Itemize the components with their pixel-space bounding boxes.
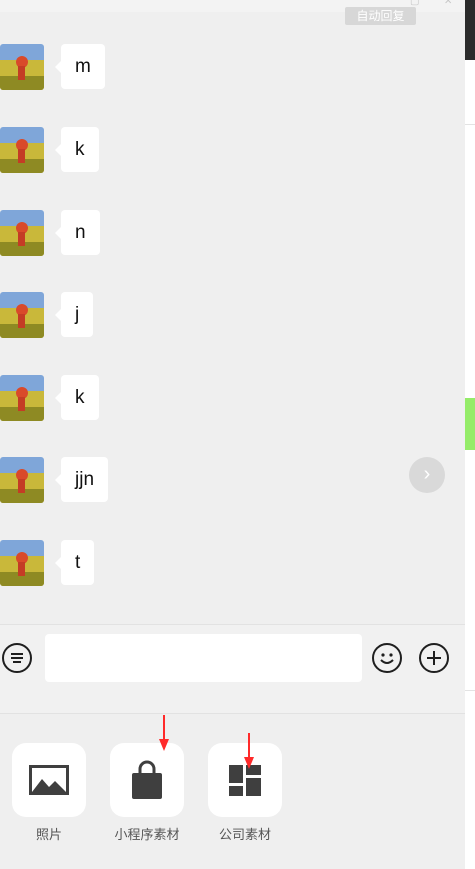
message-bubble: k [55,127,99,172]
avatar[interactable] [0,457,44,503]
restore-icon[interactable]: ▢ [410,0,422,7]
avatar[interactable] [0,210,44,256]
tool-photo[interactable]: 照片 [12,743,86,843]
avatar[interactable] [0,44,44,90]
background-window-header [465,0,475,60]
next-arrow-button[interactable]: › [409,457,445,493]
shopping-bag-icon [132,760,162,799]
chat-window: ▢ ✕ 自动回复 m k n j k jjn t › 照片 小程序素材 公司素材 [0,0,465,869]
emoji-icon[interactable] [372,643,402,673]
message-composer [0,624,465,714]
tool-label: 照片 [35,827,62,842]
tool-label: 公司素材 [218,827,271,842]
message-bubble: jjn [54,457,109,502]
close-icon[interactable]: ✕ [444,0,456,7]
tool-card[interactable] [12,743,86,817]
avatar[interactable] [0,540,44,586]
avatar[interactable] [0,375,44,421]
message-bubble: m [55,44,105,89]
message-bubble: k [55,375,99,420]
message-bubble: t [54,540,95,585]
red-arrow-icon [159,715,169,751]
divider [465,690,475,691]
background-message-bubble [465,398,475,450]
tool-panel: 照片 小程序素材 公司素材 [0,714,465,869]
avatar[interactable] [0,127,44,173]
tool-company[interactable]: 公司素材 [208,733,282,843]
background-window [465,0,475,869]
message-bubble: n [55,210,100,255]
tool-card[interactable] [110,743,184,817]
menu-lines-icon[interactable] [2,643,32,673]
photo-icon [29,765,69,795]
tool-mini-program[interactable]: 小程序素材 [110,715,184,843]
message-list[interactable]: m k n j k jjn t › [0,12,465,624]
red-arrow-icon [244,733,254,769]
chevron-right-icon: › [423,463,431,485]
message-bubble: j [54,292,94,337]
title-bar: ▢ ✕ 自动回复 [0,0,465,25]
avatar[interactable] [0,292,44,338]
message-input[interactable] [45,634,362,682]
divider [465,124,475,125]
tool-label: 小程序素材 [114,827,180,842]
plus-icon[interactable] [419,643,449,673]
